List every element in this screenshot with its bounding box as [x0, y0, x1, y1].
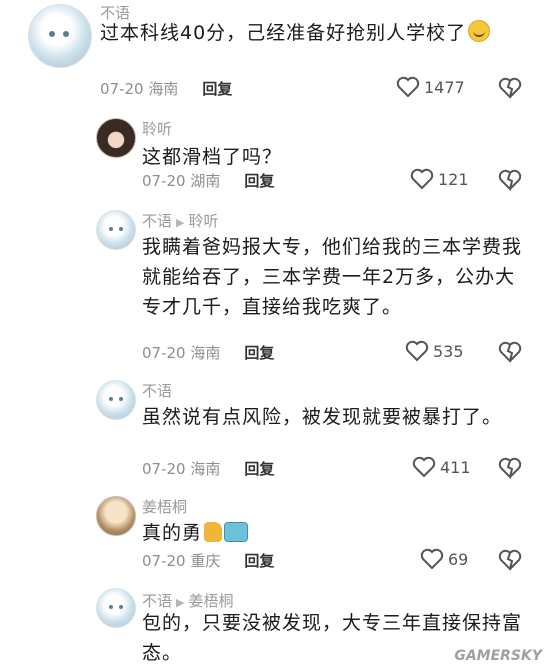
like-count: 411: [440, 457, 471, 477]
reply-button[interactable]: 回复: [244, 552, 274, 570]
commenter-name[interactable]: 姜梧桐: [142, 496, 187, 517]
comment-item: 不语 虽然说有点风险，被发现就要被暴打了。 07-20 海南 回复 411: [0, 374, 550, 490]
comment-meta: 07-20 海南 回复: [142, 458, 274, 479]
like-button[interactable]: 121: [410, 168, 469, 190]
avatar[interactable]: [96, 118, 136, 158]
commenter-name[interactable]: 不语 ▶ 聆听: [142, 210, 219, 231]
avatar[interactable]: [96, 210, 136, 250]
heart-outline-icon: [396, 76, 420, 98]
heart-outline-icon: [420, 548, 444, 570]
avatar[interactable]: [28, 4, 92, 68]
heart-outline-icon: [410, 168, 434, 190]
comment-text: 真的勇: [142, 518, 502, 548]
avatar-detail: [119, 227, 123, 231]
commenter-name[interactable]: 不语: [142, 380, 172, 401]
comment-item: 姜梧桐 真的勇 07-20 重庆 回复 69: [0, 490, 550, 580]
reply-target-name[interactable]: 聆听: [188, 212, 218, 230]
avatar[interactable]: [96, 588, 136, 628]
broken-heart-icon[interactable]: [498, 341, 522, 363]
heart-outline-icon: [412, 456, 436, 478]
comment-date-location: 07-20 海南: [142, 460, 221, 478]
comment-item: 聆听 这都滑档了吗？ 07-20 湖南 回复 121: [0, 110, 550, 202]
broken-heart-icon[interactable]: [498, 77, 522, 99]
heart-outline-icon: [405, 340, 429, 362]
avatar-detail: [109, 397, 113, 401]
thumbs-up-emoji-icon: [204, 522, 223, 542]
avatar-detail: [109, 605, 113, 609]
comment-meta: 07-20 海南 回复: [142, 342, 274, 363]
broken-heart-icon[interactable]: [498, 169, 522, 191]
like-button[interactable]: 1477: [396, 76, 465, 98]
face-emoji-icon: [224, 522, 249, 542]
comment-date-location: 07-20 湖南: [142, 172, 221, 190]
avatar-detail: [63, 31, 69, 37]
comment-meta: 07-20 湖南 回复: [142, 170, 274, 191]
reply-button[interactable]: 回复: [244, 460, 274, 478]
comment-text-content: 真的勇: [142, 522, 203, 544]
like-count: 535: [433, 341, 464, 361]
comment-text-content: 过本科线40分，己经准备好抢别人学校了: [100, 22, 467, 44]
like-button[interactable]: 535: [405, 340, 464, 362]
like-count: 1477: [424, 77, 465, 97]
comment-item: 不语 ▶ 聆听 我瞒着爸妈报大专，他们给我的三本学费我就能给吞了，三本学费一年2万多…: [0, 202, 550, 374]
watermark: GAMERSKY: [454, 648, 542, 664]
play-triangle-icon: ▶: [176, 216, 185, 229]
broken-heart-icon[interactable]: [498, 457, 522, 479]
comment-meta: 07-20 海南 回复: [100, 78, 232, 99]
like-count: 121: [438, 169, 469, 189]
comment-item: 不语 过本科线40分，己经准备好抢别人学校了 07-20 海南 回复 1477: [0, 0, 550, 110]
commenter-name[interactable]: 聆听: [142, 118, 172, 139]
reply-button[interactable]: 回复: [244, 172, 274, 190]
like-button[interactable]: 411: [412, 456, 471, 478]
avatar-detail: [109, 227, 113, 231]
comment-text: 我瞒着爸妈报大专，他们给我的三本学费我就能给吞了，三本学费一年2万多，公办大专才…: [142, 236, 523, 318]
avatar-detail: [119, 605, 123, 609]
like-button[interactable]: 69: [420, 548, 468, 570]
comment-date-location: 07-20 重庆: [142, 552, 221, 570]
avatar-detail: [49, 31, 55, 37]
reply-button[interactable]: 回复: [202, 80, 232, 98]
grin-emoji-icon: [468, 20, 491, 42]
comment-date-location: 07-20 海南: [142, 344, 221, 362]
reply-button[interactable]: 回复: [244, 344, 274, 362]
avatar-detail: [119, 397, 123, 401]
comment-text: 虽然说有点风险，被发现就要被暴打了。: [142, 406, 503, 428]
broken-heart-icon[interactable]: [498, 549, 522, 571]
commenter-name-text: 不语: [142, 212, 173, 230]
comment-meta: 07-20 重庆 回复: [142, 550, 274, 571]
avatar[interactable]: [96, 380, 136, 420]
comment-date-location: 07-20 海南: [100, 80, 179, 98]
like-count: 69: [448, 549, 469, 569]
comment-text: 过本科线40分，己经准备好抢别人学校了: [100, 18, 520, 48]
avatar[interactable]: [96, 496, 136, 536]
